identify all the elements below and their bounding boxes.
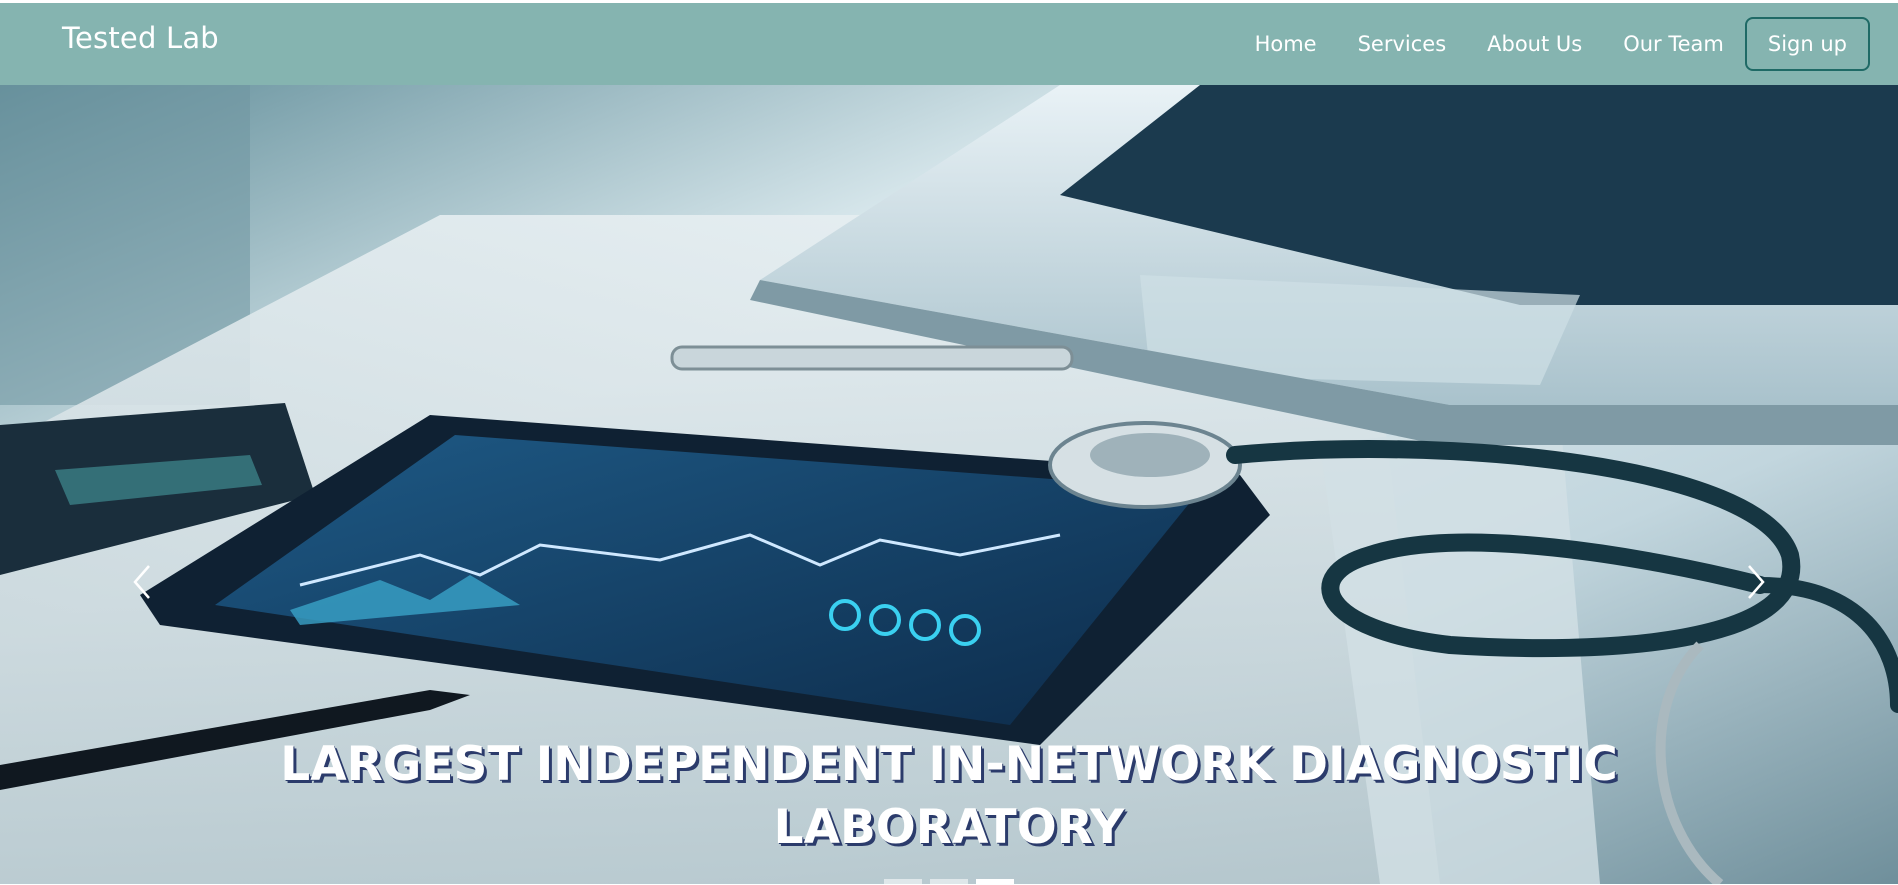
chevron-right-icon bbox=[1748, 565, 1765, 599]
carousel-indicator-2[interactable] bbox=[930, 879, 968, 885]
hero-title-line-2: LABORATORY bbox=[773, 800, 1125, 855]
nav-link-our-team[interactable]: Our Team bbox=[1623, 32, 1724, 56]
carousel-next-button[interactable] bbox=[1741, 562, 1771, 602]
carousel-indicator-3[interactable] bbox=[976, 879, 1014, 885]
hero-title-line-1: LARGEST INDEPENDENT IN-NETWORK DIAGNOSTI… bbox=[280, 737, 1618, 792]
brand-logo[interactable]: Tested Lab bbox=[62, 21, 219, 55]
nav-link-services[interactable]: Services bbox=[1358, 32, 1447, 56]
carousel-indicator-1[interactable] bbox=[884, 879, 922, 885]
nav-link-about-us[interactable]: About Us bbox=[1487, 32, 1582, 56]
nav-link-home[interactable]: Home bbox=[1255, 32, 1317, 56]
navbar: Tested Lab Home Services About Us Our Te… bbox=[0, 3, 1898, 85]
carousel-indicators bbox=[884, 879, 1014, 885]
chevron-left-icon bbox=[133, 565, 150, 599]
nav-links: Home Services About Us Our Team Sign up bbox=[1255, 15, 1870, 73]
hero-carousel: LARGEST INDEPENDENT IN-NETWORK DIAGNOSTI… bbox=[0, 85, 1898, 884]
carousel-prev-button[interactable] bbox=[127, 562, 157, 602]
hero-title: LARGEST INDEPENDENT IN-NETWORK DIAGNOSTI… bbox=[0, 733, 1898, 859]
signup-button[interactable]: Sign up bbox=[1744, 17, 1870, 71]
